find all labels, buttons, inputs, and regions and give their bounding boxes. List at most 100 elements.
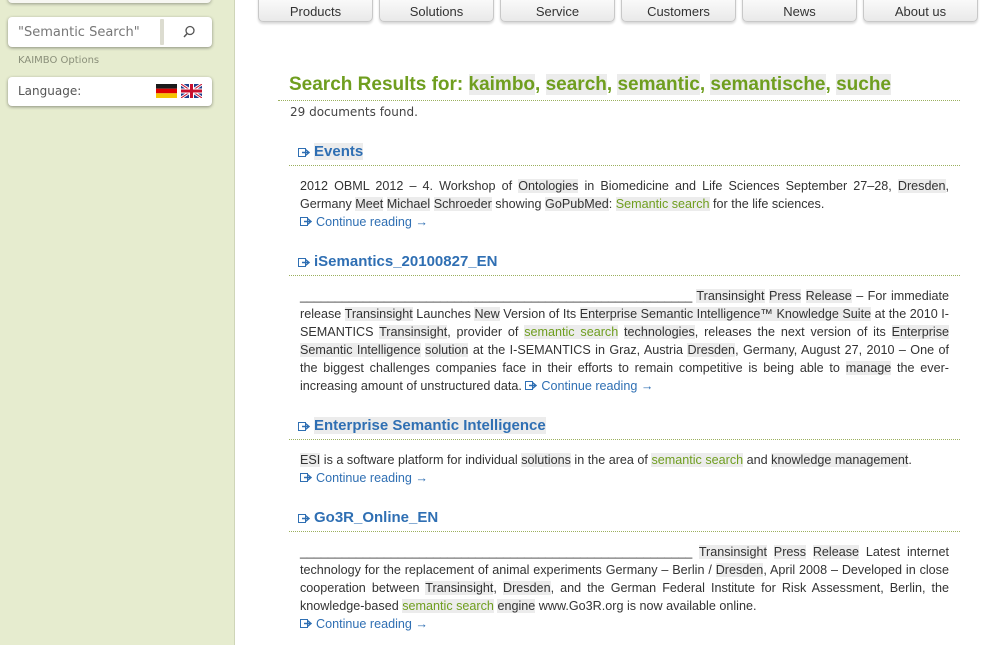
keyword-text: Michael <box>386 197 431 211</box>
nav-tab-about-us[interactable]: About us <box>863 0 978 22</box>
german-flag-icon[interactable] <box>156 84 177 98</box>
highlighted-term: semantic search <box>402 599 494 613</box>
search-icon <box>182 25 195 38</box>
result-title[interactable]: Go3R_Online_EN <box>314 509 438 526</box>
result-snippet: ________________________________________… <box>300 287 949 395</box>
snippet-text: at the I-SEMANTICS in Graz, Austria <box>468 343 688 357</box>
search-box <box>8 17 212 47</box>
english-flag-icon[interactable] <box>181 84 202 98</box>
search-term: kaimbo <box>468 74 536 95</box>
result-count: 29 documents found. <box>290 105 418 119</box>
keyword-text: Meet <box>355 197 384 211</box>
keyword-text: solution <box>425 343 469 357</box>
snippet-text: ________________________________________… <box>300 545 699 559</box>
search-term: semantic <box>617 74 700 95</box>
keyword-text: manage <box>845 361 892 375</box>
result-title[interactable]: iSemantics_20100827_EN <box>314 253 497 270</box>
result-snippet: ________________________________________… <box>300 543 949 633</box>
arrow-right-icon <box>298 514 310 523</box>
nav-tab-news[interactable]: News <box>742 0 857 22</box>
highlighted-term: semantic search <box>651 453 744 467</box>
arrow-right-icon <box>300 473 313 482</box>
keyword-text: Transinsight <box>696 289 765 303</box>
result-item: Events 2012 OBML 2012 – 4. Workshop of O… <box>289 143 960 229</box>
keyword-text: Schroeder <box>433 197 492 211</box>
arrow-right-icon <box>298 422 310 431</box>
keyword-text: Dresden <box>687 343 736 357</box>
result-title[interactable]: Enterprise Semantic Intelligence <box>314 417 546 434</box>
continue-reading-link[interactable]: Continue reading → <box>300 215 428 229</box>
language-box: Language: <box>8 77 212 106</box>
page-title-prefix: Search Results for: <box>289 74 464 95</box>
keyword-text: solutions <box>521 453 571 467</box>
keyword-text: Dresden <box>897 179 946 193</box>
search-button[interactable] <box>165 17 212 47</box>
search-term: search <box>545 74 607 95</box>
options-label[interactable]: KAIMBO Options <box>18 55 99 66</box>
result-divider <box>289 531 960 532</box>
language-label: Language: <box>18 84 82 98</box>
keyword-text: knowledge management <box>771 453 909 467</box>
snippet-text: , releases the next version of its <box>694 325 892 339</box>
snippet-text: , <box>493 581 503 595</box>
snippet-text: Version of Its <box>499 307 580 321</box>
continue-reading-label: Continue reading → <box>316 471 429 485</box>
nav-tab-products[interactable]: Products <box>258 0 373 22</box>
continue-reading-link[interactable]: Continue reading → <box>300 471 428 485</box>
keyword-text: technologies <box>624 325 695 339</box>
snippet-text: for the life sciences. <box>709 197 825 211</box>
result-divider <box>289 165 960 166</box>
snippet-text: and <box>743 453 772 467</box>
result-title[interactable]: Events <box>314 143 364 160</box>
keyword-text: Dresden <box>502 581 551 595</box>
continue-reading-label: Continue reading → <box>541 379 654 393</box>
snippet-text: ________________________________________… <box>300 289 697 303</box>
keyword-text: Dresden <box>715 563 764 577</box>
snippet-text: is a software platform for individual <box>320 453 522 467</box>
snippet-text: : <box>608 197 616 211</box>
keyword-text: Transinsight <box>425 581 494 595</box>
keyword-text: GoPubMed <box>545 197 609 211</box>
snippet-text: 2012 OBML 2012 – 4. Workshop of <box>300 179 519 193</box>
nav-tab-solutions[interactable]: Solutions <box>379 0 494 22</box>
keyword-text: engine <box>497 599 536 613</box>
continue-reading-label: Continue reading → <box>316 215 429 229</box>
keyword-text: Ontologies <box>518 179 579 193</box>
arrow-right-icon <box>525 381 538 390</box>
arrow-right-icon <box>300 217 313 226</box>
continue-reading-link[interactable]: Continue reading → <box>300 617 428 631</box>
keyword-text: Release <box>812 545 860 559</box>
result-divider <box>289 275 960 276</box>
search-input[interactable] <box>8 17 158 47</box>
continue-reading-link[interactable]: Continue reading → <box>525 379 653 393</box>
keyword-text: Transinsight <box>698 545 767 559</box>
arrow-right-icon <box>298 148 310 157</box>
sidebar: KAIMBO Options Language: <box>0 0 225 645</box>
title-divider <box>278 100 960 101</box>
snippet-text <box>767 545 774 559</box>
arrow-right-icon <box>298 258 310 267</box>
arrow-right-icon <box>300 619 313 628</box>
snippet-text: www.Go3R.org is now available online. <box>535 599 757 613</box>
snippet-text <box>806 545 813 559</box>
highlighted-term: Semantic search <box>615 197 710 211</box>
result-snippet: 2012 OBML 2012 – 4. Workshop of Ontologi… <box>300 177 949 231</box>
keyword-text: Transinsight <box>344 307 413 321</box>
search-divider <box>160 19 164 45</box>
result-item: Enterprise Semantic Intelligence ESI is … <box>289 417 960 485</box>
snippet-text: Launches <box>412 307 475 321</box>
sidebar-top-bar <box>8 0 211 3</box>
continue-reading-label: Continue reading → <box>316 617 429 631</box>
snippet-text <box>801 289 805 303</box>
search-term: suche <box>836 74 891 95</box>
search-term: semantische <box>710 74 826 95</box>
nav-tab-customers[interactable]: Customers <box>621 0 736 22</box>
nav-tab-service[interactable]: Service <box>500 0 615 22</box>
keyword-text: Transinsight <box>379 325 448 339</box>
result-divider <box>289 439 960 440</box>
page-title: Search Results for: kaimbo, search, sema… <box>289 74 891 95</box>
main-content: Products Solutions Service Customers New… <box>234 0 1005 645</box>
keyword-text: Enterprise Semantic Intelligence™ Knowle… <box>579 307 872 321</box>
snippet-text: in Biomedicine and Life Sciences Septemb… <box>578 179 898 193</box>
keyword-text: ESI <box>300 453 321 467</box>
